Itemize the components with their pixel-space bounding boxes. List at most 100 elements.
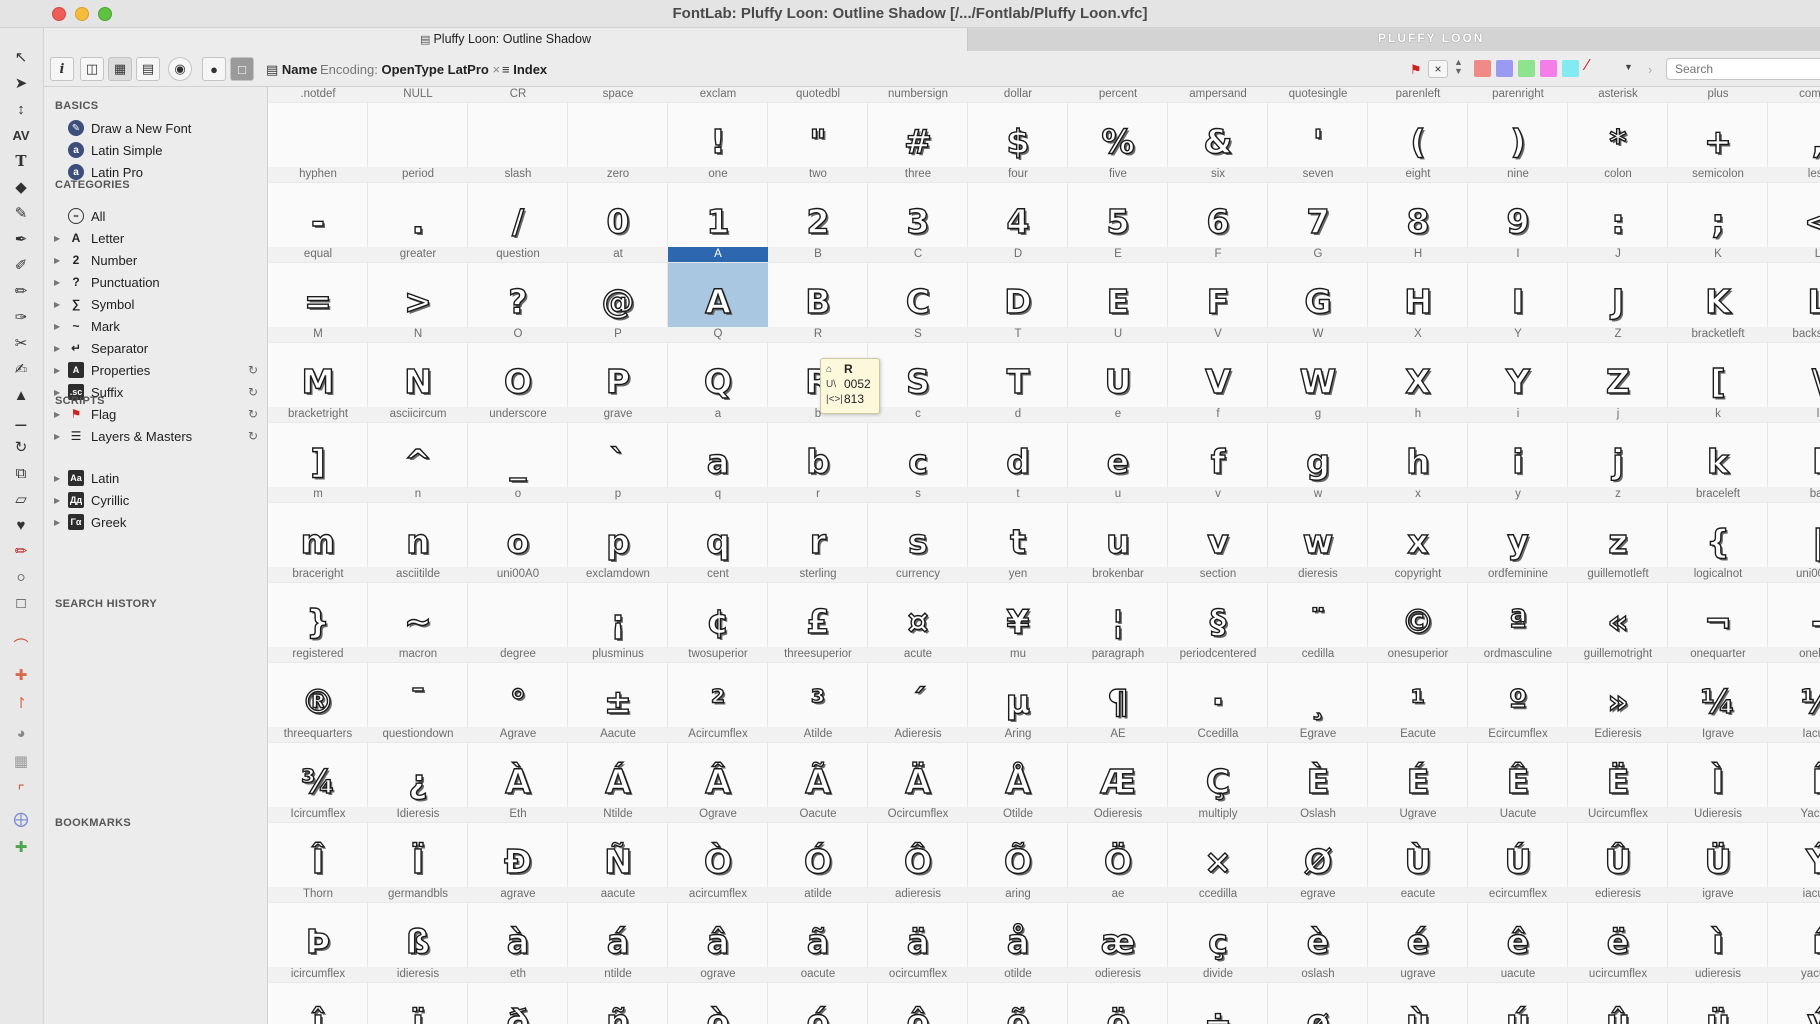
glyph-cell[interactable]: Edieresis Ë: [1568, 727, 1668, 807]
scale-tool-icon[interactable]: ⧉: [8, 462, 34, 484]
glyph-cell[interactable]: section §: [1168, 567, 1268, 647]
list-view-icon[interactable]: ▤: [136, 57, 160, 81]
glyph-cell[interactable]: ff: [1168, 407, 1268, 487]
category-flag[interactable]: ▶ ⚑ Flag ↻: [44, 404, 268, 424]
glyph-cell[interactable]: atilde ã: [768, 887, 868, 967]
eyedropper-tool-icon[interactable]: ✏: [8, 540, 34, 562]
glyph-cell[interactable]: ordmasculine º: [1468, 647, 1568, 727]
glyph-cell[interactable]: ugrave ù: [1368, 967, 1468, 1024]
glyph-cell[interactable]: bracketleft [: [1668, 327, 1768, 407]
glyph-cell[interactable]: six 6: [1168, 167, 1268, 247]
glyph-cell[interactable]: ccedilla ç: [1168, 887, 1268, 967]
glyph-cell[interactable]: Ucircumflex Û: [1568, 807, 1668, 887]
glyph-cell[interactable]: Otilde Õ: [968, 807, 1068, 887]
glyph-cell[interactable]: igrave ì: [1668, 887, 1768, 967]
glyph-cell[interactable]: germandbls ß: [368, 887, 468, 967]
glyph-cell[interactable]: uacute ú: [1468, 967, 1568, 1024]
glyph-cell[interactable]: OO: [468, 327, 568, 407]
glyph-cell[interactable]: three 3: [868, 167, 968, 247]
glyph-cell[interactable]: Aring Å: [968, 727, 1068, 807]
filter-icon[interactable]: ◉: [168, 57, 192, 81]
glyph-cell[interactable]: Egrave È: [1268, 727, 1368, 807]
glyph-cell[interactable]: brokenbar ¦: [1068, 567, 1168, 647]
category-number[interactable]: ▶ 2 Number: [44, 250, 268, 270]
glyph-cell[interactable]: TT: [968, 327, 1068, 407]
sidebar-toggle-icon[interactable]: ◫: [80, 57, 104, 81]
glyph-cell[interactable]: Icircumflex Î: [268, 807, 368, 887]
pen-tool-icon[interactable]: ✒: [8, 228, 34, 250]
glyph-cell[interactable]: slash /: [468, 167, 568, 247]
glyph-cell[interactable]: mm: [268, 487, 368, 567]
glyph-cell[interactable]: one 1: [668, 167, 768, 247]
glyph-cell[interactable]: udieresis ü: [1668, 967, 1768, 1024]
category-separator[interactable]: ▶ ↵ Separator: [44, 338, 268, 358]
flag-icon[interactable]: ⚑: [1410, 62, 1422, 78]
glyph-cell[interactable]: MM: [268, 327, 368, 407]
glyph-cell[interactable]: ecircumflex ê: [1468, 887, 1568, 967]
expand-triangle-icon[interactable]: ▶: [54, 322, 64, 331]
glyph-cell[interactable]: questiondown ¿: [368, 727, 468, 807]
glyph-cell[interactable]: ll: [1768, 407, 1820, 487]
glyph-cell[interactable]: logicalnot ¬: [1668, 567, 1768, 647]
glyph-cell[interactable]: eight 8: [1368, 167, 1468, 247]
text-tool-icon[interactable]: T: [8, 150, 34, 172]
glyph-cell[interactable]: parenright): [1468, 87, 1568, 167]
flag-stepper-icon[interactable]: ▲ ▼: [1454, 58, 1463, 76]
rotate-tool-icon[interactable]: ↻: [8, 436, 34, 458]
glyph-cell[interactable]: nine 9: [1468, 167, 1568, 247]
glyph-cell[interactable]: parenleft (: [1368, 87, 1468, 167]
grid-tool-icon[interactable]: ▦: [8, 750, 34, 772]
glyph-cell[interactable]: ZZ: [1568, 327, 1668, 407]
expand-triangle-icon[interactable]: ▶: [54, 278, 64, 287]
expand-triangle-icon[interactable]: ▶: [54, 366, 64, 375]
glyph-cell[interactable]: oslash ø: [1268, 967, 1368, 1024]
cell-shadow-icon[interactable]: □: [230, 57, 254, 81]
glyph-cell[interactable]: guillemotright »: [1568, 647, 1668, 727]
glyph-cell[interactable]: II: [1468, 247, 1568, 327]
glyph-cell[interactable]: threesuperior ³: [768, 647, 868, 727]
expand-triangle-icon[interactable]: ▶: [54, 234, 64, 243]
glyph-cell[interactable]: WW: [1268, 327, 1368, 407]
glyph-cell[interactable]: odieresis ö: [1068, 967, 1168, 1024]
glyph-cell[interactable]: dollar $: [968, 87, 1068, 167]
glyph-cell[interactable]: pp: [568, 487, 668, 567]
glyph-cell[interactable]: kk: [1668, 407, 1768, 487]
sort-by-name-button[interactable]: ▤ Name: [266, 62, 317, 78]
glyph-cell[interactable]: underscore _: [468, 407, 568, 487]
glyph-cell[interactable]: onehalf ½: [1768, 647, 1820, 727]
glyph-cell[interactable]: cc: [868, 407, 968, 487]
glyph-cell[interactable]: CR: [468, 87, 568, 167]
glyph-cell[interactable]: PP: [568, 327, 668, 407]
expand-triangle-icon[interactable]: ▶: [54, 410, 64, 419]
glyph-cell[interactable]: period.: [368, 167, 468, 247]
glyph-cell[interactable]: uni00AD-: [1768, 567, 1820, 647]
glyph-cell[interactable]: SS: [868, 327, 968, 407]
glyph-cell[interactable]: degree °: [468, 647, 568, 727]
pencil-tool-icon[interactable]: ✏: [8, 280, 34, 302]
glyph-cell[interactable]: CC: [868, 247, 968, 327]
glyph-cell[interactable]: five 5: [1068, 167, 1168, 247]
glyph-cell[interactable]: ampersand &: [1168, 87, 1268, 167]
refresh-icon[interactable]: ↻: [248, 363, 258, 377]
glyph-cell[interactable]: backslash\: [1768, 327, 1820, 407]
glyph-cell[interactable]: yen ¥: [968, 567, 1068, 647]
encoding-selector[interactable]: Encoding: OpenType LatPro ×: [320, 62, 500, 77]
glyph-cell[interactable]: eacute é: [1368, 887, 1468, 967]
glyph-cell[interactable]: NN: [368, 327, 468, 407]
glyph-cell[interactable]: acircumflex â: [668, 887, 768, 967]
glyph-cell[interactable]: Ccedilla Ç: [1168, 727, 1268, 807]
glyph-cell[interactable]: Odieresis Ö: [1068, 807, 1168, 887]
glyph-cell[interactable]: onesuperior ¹: [1368, 647, 1468, 727]
glyph-cell[interactable]: space: [568, 87, 668, 167]
ruler-tool-icon[interactable]: ⚊: [8, 410, 34, 432]
glyph-cell[interactable]: idieresis ï: [368, 967, 468, 1024]
glyph-cell[interactable]: quotedbl ": [768, 87, 868, 167]
glyph-cell[interactable]: AE Æ: [1068, 727, 1168, 807]
glyph-cell[interactable]: KK: [1668, 247, 1768, 327]
hand-tool-icon[interactable]: ✍: [8, 358, 34, 380]
rapid-tool-icon[interactable]: ✑: [8, 306, 34, 328]
glyph-cell[interactable]: registered ®: [268, 647, 368, 727]
glyph-cell[interactable]: asciitilde ~: [368, 567, 468, 647]
glyph-cell[interactable]: uni00A0: [468, 567, 568, 647]
glyph-cell[interactable]: vv: [1168, 487, 1268, 567]
